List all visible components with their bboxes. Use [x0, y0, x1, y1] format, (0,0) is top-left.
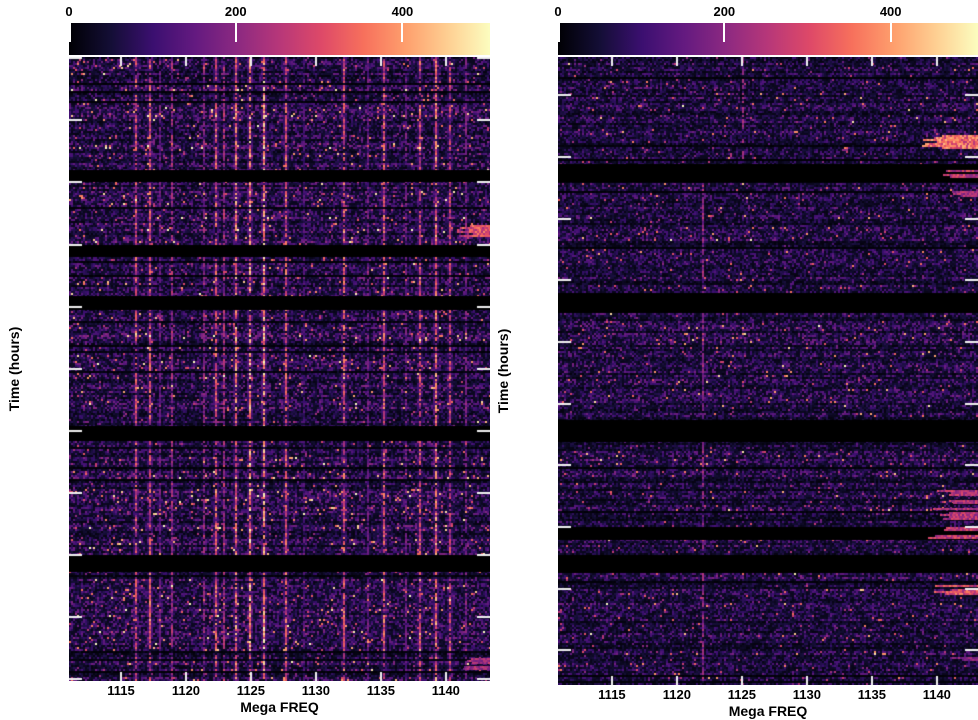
colorbar: [558, 23, 978, 55]
colorbar-tick-label: 200: [225, 5, 247, 19]
colorbar-tick-label: 0: [65, 5, 72, 19]
y-axis-label: Time (hours): [6, 327, 22, 412]
colorbar-tick-label: 0: [554, 5, 561, 19]
colorbar-tick: [401, 23, 403, 42]
x-tick-label: 1135: [367, 684, 395, 698]
colorbar: [69, 23, 490, 55]
colorbar-tick: [890, 23, 892, 42]
x-tick-label: 1120: [172, 684, 200, 698]
colorbar-tick: [235, 23, 237, 42]
x-tick-label: 1115: [598, 688, 626, 702]
colorbar-tick-label: 400: [392, 5, 414, 19]
x-tick-label: 1125: [237, 684, 265, 698]
spectrogram-canvas: [69, 57, 490, 681]
page-root: { "page": {"background": "#ffffff"}, "ch…: [0, 0, 978, 720]
colorbar-tick: [69, 23, 71, 42]
x-axis-label: Mega FREQ: [240, 699, 319, 715]
colorbar-tick-label: 400: [880, 5, 902, 19]
spectrogram-canvas: [558, 57, 978, 685]
x-tick-label: 1125: [728, 688, 756, 702]
x-tick-label: 1130: [793, 688, 821, 702]
x-tick-label: 1135: [858, 688, 886, 702]
x-tick-label: 1140: [432, 684, 460, 698]
colorbar-tick: [723, 23, 725, 42]
x-tick-label: 1130: [302, 684, 330, 698]
x-tick-label: 1140: [923, 688, 951, 702]
y-axis-label: Time (hours): [495, 329, 511, 414]
x-tick-label: 1120: [663, 688, 691, 702]
x-tick-label: 1115: [107, 684, 135, 698]
colorbar-tick: [558, 23, 560, 42]
x-axis-label: Mega FREQ: [729, 703, 808, 719]
colorbar-tick-label: 200: [713, 5, 735, 19]
